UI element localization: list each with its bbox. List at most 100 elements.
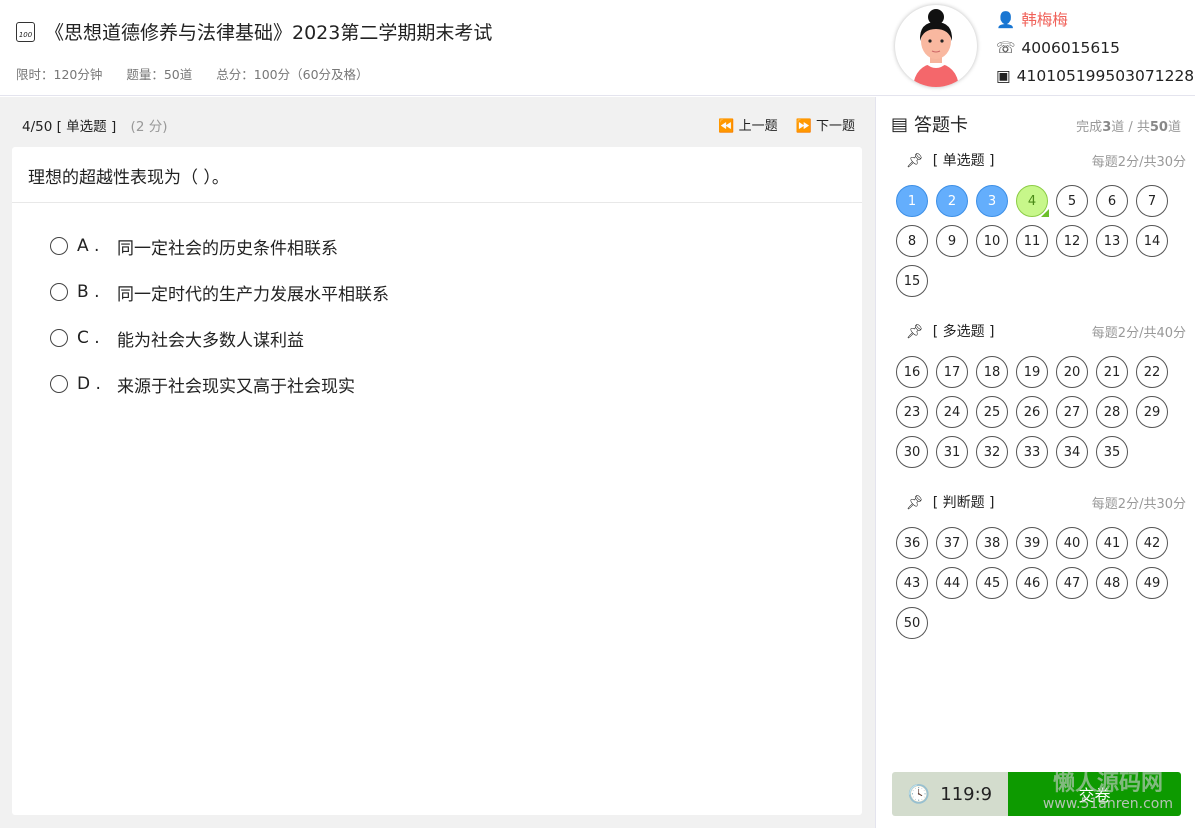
- question-number-13[interactable]: 13: [1096, 225, 1128, 257]
- option-text: 同一定社会的历史条件相联系: [117, 238, 338, 259]
- pin-icon: 📌︎: [906, 495, 924, 511]
- exam-meta: 限时：120分钟 题量：50道 总分：100分（60分及格）: [16, 64, 369, 83]
- question-number-16[interactable]: 16: [896, 356, 928, 388]
- question-number-49[interactable]: 49: [1136, 567, 1168, 599]
- question-stem: 理想的超越性表现为（ ）。: [12, 147, 862, 203]
- option-c[interactable]: C . 能为社会大多数人谋利益: [50, 315, 824, 361]
- question-number-26[interactable]: 26: [1016, 396, 1048, 428]
- exam-score-icon: 100: [16, 21, 35, 42]
- question-number-31[interactable]: 31: [936, 436, 968, 468]
- option-text: 来源于社会现实又高于社会现实: [117, 376, 355, 397]
- question-grid: 36 37 38 39 40 41 42 43 44 45 46 47 48 49 50: [896, 527, 1186, 647]
- question-number-25[interactable]: 25: [976, 396, 1008, 428]
- question-number-14[interactable]: 14: [1136, 225, 1168, 257]
- question-number-46[interactable]: 46: [1016, 567, 1048, 599]
- question-number-43[interactable]: 43: [896, 567, 928, 599]
- question-number-29[interactable]: 29: [1136, 396, 1168, 428]
- done-count: 3: [1102, 120, 1112, 135]
- total-count: 50: [1149, 120, 1168, 135]
- question-number-41[interactable]: 41: [1096, 527, 1128, 559]
- rewind-icon: ⏪: [718, 119, 735, 134]
- question-number-27[interactable]: 27: [1056, 396, 1088, 428]
- prev-question-button[interactable]: ⏪ 上一题: [718, 115, 777, 134]
- question-number-9[interactable]: 9: [936, 225, 968, 257]
- radio-button[interactable]: [50, 329, 68, 347]
- question-number-30[interactable]: 30: [896, 436, 928, 468]
- prev-label: 上一题: [738, 119, 778, 134]
- radio-button[interactable]: [50, 237, 68, 255]
- question-number-11[interactable]: 11: [1016, 225, 1048, 257]
- question-number-3[interactable]: 3: [976, 185, 1008, 217]
- watermark: 懒人源码网 www.51anren.com: [1043, 772, 1173, 812]
- question-number-48[interactable]: 48: [1096, 567, 1128, 599]
- question-number-1[interactable]: 1: [896, 185, 928, 217]
- question-card: 理想的超越性表现为（ ）。 A . 同一定社会的历史条件相联系 B . 同一定时代的生…: [12, 147, 862, 815]
- question-number-37[interactable]: 37: [936, 527, 968, 559]
- question-number-4[interactable]: 4: [1016, 185, 1049, 217]
- question-number-19[interactable]: 19: [1016, 356, 1048, 388]
- question-number-23[interactable]: 23: [896, 396, 928, 428]
- option-key: C .: [77, 328, 100, 348]
- question-number-18[interactable]: 18: [976, 356, 1008, 388]
- radio-button[interactable]: [50, 283, 68, 301]
- icon-text: 100: [18, 30, 33, 39]
- watermark-line1: 懒人源码网: [1052, 772, 1163, 796]
- question-number-36[interactable]: 36: [896, 527, 928, 559]
- question-number-2[interactable]: 2: [936, 185, 968, 217]
- done-prefix: 完成: [1076, 120, 1103, 135]
- submit-button[interactable]: 交卷 懒人源码网 www.51anren.com: [1008, 772, 1181, 816]
- radio-button[interactable]: [50, 375, 68, 393]
- avatar: [895, 5, 977, 87]
- option-d[interactable]: D . 来源于社会现实又高于社会现实: [50, 361, 824, 407]
- question-number-8[interactable]: 8: [896, 225, 928, 257]
- exam-title: 100 《思想道德修养与法律基础》2023第二学期期末考试: [16, 18, 492, 45]
- done-suffix: 道: [1167, 120, 1181, 135]
- user-name: 韩梅梅: [1021, 11, 1068, 29]
- question-number-50[interactable]: 50: [896, 607, 928, 639]
- question-number-39[interactable]: 39: [1016, 527, 1048, 559]
- question-number-22[interactable]: 22: [1136, 356, 1168, 388]
- question-count: 题量：50道: [126, 67, 193, 82]
- total-score: 总分：100分（60分及格）: [216, 67, 369, 82]
- clock-icon: 🕓: [907, 783, 931, 805]
- next-label: 下一题: [815, 119, 855, 134]
- question-number-6[interactable]: 6: [1096, 185, 1128, 217]
- question-number-47[interactable]: 47: [1056, 567, 1088, 599]
- question-number-40[interactable]: 40: [1056, 527, 1088, 559]
- answer-card-icon: ▤: [891, 113, 909, 135]
- watermark-line2: www.51anren.com: [1042, 796, 1173, 812]
- question-number-45[interactable]: 45: [976, 567, 1008, 599]
- question-number-10[interactable]: 10: [976, 225, 1008, 257]
- question-number-21[interactable]: 21: [1096, 356, 1128, 388]
- question-grid: 1 2 3 4 5 6 7 8 9 10 11 12 13 14 15: [896, 185, 1186, 305]
- timer: 🕓 119:9: [892, 772, 1008, 816]
- question-number-20[interactable]: 20: [1056, 356, 1088, 388]
- footer-bar: 🕓 119:9 交卷 懒人源码网 www.51anren.com: [892, 772, 1181, 816]
- question-number-44[interactable]: 44: [936, 567, 968, 599]
- question-number-33[interactable]: 33: [1016, 436, 1048, 468]
- question-number-5[interactable]: 5: [1056, 185, 1088, 217]
- option-text: 能为社会大多数人谋利益: [117, 330, 304, 351]
- question-number-28[interactable]: 28: [1096, 396, 1128, 428]
- question-number-42[interactable]: 42: [1136, 527, 1168, 559]
- next-question-button[interactable]: ⏩ 下一题: [796, 115, 855, 134]
- id-card-icon: ▣: [996, 67, 1011, 85]
- answer-section: 📌︎ [ 单选题 ] 每题2分/共30分 1 2 3 4 5 6 7 8 9 10 11 12 13 14 15: [896, 147, 1186, 305]
- option-a[interactable]: A . 同一定社会的历史条件相联系: [50, 223, 824, 269]
- question-number-15[interactable]: 15: [896, 265, 928, 297]
- question-points: (2 分): [130, 119, 168, 135]
- section-label: [ 判断题 ]: [932, 495, 995, 511]
- question-number-32[interactable]: 32: [976, 436, 1008, 468]
- answer-section: 📌︎ [ 多选题 ] 每题2分/共40分 16 17 18 19 20 21 22 23 24 25 2…: [896, 318, 1186, 476]
- question-nav: ⏪ 上一题 ⏩ 下一题: [718, 115, 855, 134]
- question-number-34[interactable]: 34: [1056, 436, 1088, 468]
- question-number-7[interactable]: 7: [1136, 185, 1168, 217]
- option-key: D .: [77, 374, 101, 394]
- question-number-38[interactable]: 38: [976, 527, 1008, 559]
- question-number-12[interactable]: 12: [1056, 225, 1088, 257]
- fast-forward-icon: ⏩: [795, 119, 812, 134]
- question-number-17[interactable]: 17: [936, 356, 968, 388]
- question-number-24[interactable]: 24: [936, 396, 968, 428]
- option-b[interactable]: B . 同一定时代的生产力发展水平相联系: [50, 269, 824, 315]
- question-number-35[interactable]: 35: [1096, 436, 1128, 468]
